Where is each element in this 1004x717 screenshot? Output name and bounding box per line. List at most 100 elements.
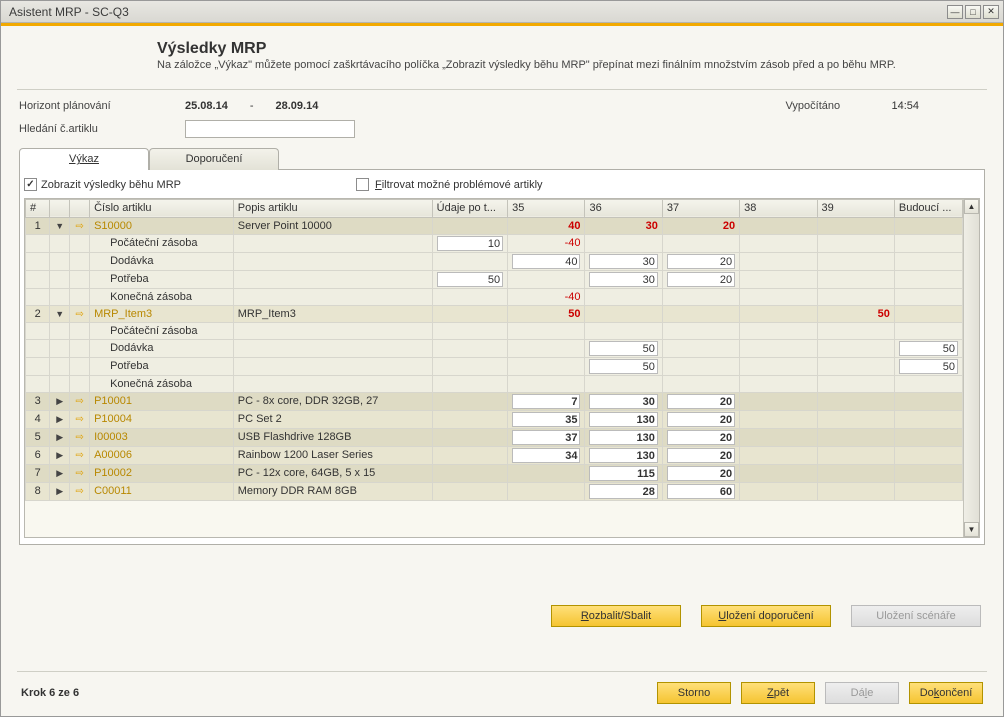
article-link[interactable]: P10001 — [94, 395, 132, 407]
table-row[interactable]: 7 ▶ ⇨ P10002 PC - 12x core, 64GB, 5 x 15… — [26, 464, 963, 482]
expand-icon[interactable]: ▶ — [56, 450, 63, 460]
window-controls: — □ ✕ — [947, 5, 999, 19]
form-area: Horizont plánování 25.08.14 - 28.09.14 V… — [17, 100, 987, 545]
table-row[interactable]: 4 ▶ ⇨ P10004 PC Set 2 35 130 20 — [26, 410, 963, 428]
col-expand[interactable] — [50, 199, 70, 217]
footer: Krok 6 ze 6 Storno ZpětZpět DáleDále Dok… — [17, 671, 987, 708]
table-row[interactable]: 3 ▶ ⇨ P10001 PC - 8x core, DDR 32GB, 27 … — [26, 392, 963, 410]
step-label: Krok 6 ze 6 — [21, 687, 79, 699]
table-row[interactable]: 8 ▶ ⇨ C00011 Memory DDR RAM 8GB 28 60 — [26, 482, 963, 500]
page-description: Na záložce „Výkaz" můžete pomocí zaškrtá… — [157, 58, 917, 73]
col-udaj[interactable]: Údaje po t... — [432, 199, 508, 217]
horizon-label: Horizont plánování — [19, 100, 169, 112]
checkbox-row: Zobrazit výsledky běhu MRP FFiltrovat mo… — [24, 174, 980, 196]
vscrollbar[interactable]: ▲ ▼ — [963, 199, 979, 537]
arrow-icon: ⇨ — [75, 450, 83, 461]
grid-table: # Číslo artiklu Popis artiklu Údaje po t… — [25, 199, 963, 501]
article-link[interactable]: S10000 — [94, 220, 132, 232]
horizon-row: Horizont plánování 25.08.14 - 28.09.14 V… — [19, 100, 985, 112]
filter-problem-checkbox[interactable] — [356, 178, 369, 191]
page-title: Výsledky MRP — [157, 40, 987, 58]
titlebar: Asistent MRP - SC-Q3 — □ ✕ — [1, 1, 1003, 23]
table-row[interactable]: 6 ▶ ⇨ A00006 Rainbow 1200 Laser Series 3… — [26, 446, 963, 464]
table-subrow: Dodávka 50 50 — [26, 339, 963, 357]
window-title: Asistent MRP - SC-Q3 — [5, 5, 129, 19]
footer-buttons: Storno ZpětZpět DáleDále DokončeníDokonč… — [657, 682, 983, 704]
expand-icon[interactable]: ▼ — [55, 309, 64, 319]
arrow-icon: ⇨ — [75, 221, 83, 232]
article-link[interactable]: P10002 — [94, 467, 132, 479]
table-row[interactable]: 2 ▼ ⇨ MRP_Item3 MRP_Item3 50 50 — [26, 305, 963, 322]
article-link[interactable]: A00006 — [94, 449, 132, 461]
filter-problem-label: FFiltrovat možné problémové artiklyiltro… — [375, 179, 543, 191]
expand-icon[interactable]: ▶ — [56, 468, 63, 478]
tab-doporuceni[interactable]: Doporučení — [149, 148, 279, 170]
table-subrow: Konečná zásoba — [26, 375, 963, 392]
col-future[interactable]: Budoucí ... — [894, 199, 962, 217]
scroll-up-icon[interactable]: ▲ — [964, 199, 979, 214]
col-article[interactable]: Číslo artiklu — [90, 199, 234, 217]
expand-icon[interactable]: ▶ — [56, 486, 63, 496]
next-button: DáleDále — [825, 682, 899, 704]
expand-icon[interactable]: ▶ — [56, 396, 63, 406]
expand-icon[interactable]: ▶ — [56, 414, 63, 424]
col-37[interactable]: 37 — [662, 199, 739, 217]
expand-icon[interactable]: ▶ — [56, 432, 63, 442]
table-subrow: Počáteční zásoba 10 -40 — [26, 234, 963, 252]
window: Asistent MRP - SC-Q3 — □ ✕ Výsledky MRP … — [0, 0, 1004, 717]
arrow-icon: ⇨ — [75, 396, 83, 407]
cancel-button[interactable]: Storno — [657, 682, 731, 704]
arrow-icon: ⇨ — [75, 432, 83, 443]
divider — [17, 89, 987, 90]
page-header: Výsledky MRP Na záložce „Výkaz" můžete p… — [17, 36, 987, 83]
show-results-checkbox[interactable] — [24, 178, 37, 191]
save-scenario-button: Uložení scénáře — [851, 605, 981, 627]
action-row: Rozbalit/SbalitRozbalit/Sbalit Uložení d… — [17, 605, 987, 627]
grid-wrap: # Číslo artiklu Popis artiklu Údaje po t… — [24, 198, 980, 538]
col-39[interactable]: 39 — [817, 199, 894, 217]
article-link[interactable]: C00011 — [94, 485, 132, 497]
date-sep: - — [250, 100, 254, 112]
calc-time: 14:54 — [891, 100, 919, 112]
col-35[interactable]: 35 — [508, 199, 585, 217]
table-row[interactable]: 1 ▼ ⇨ S10000 Server Point 10000 40 30 20 — [26, 217, 963, 234]
grid-header-row: # Číslo artiklu Popis artiklu Údaje po t… — [26, 199, 963, 217]
col-36[interactable]: 36 — [585, 199, 662, 217]
scroll-down-icon[interactable]: ▼ — [964, 522, 979, 537]
date-to: 28.09.14 — [276, 100, 319, 112]
grid[interactable]: # Číslo artiklu Popis artiklu Údaje po t… — [25, 199, 963, 537]
col-38[interactable]: 38 — [740, 199, 817, 217]
close-icon[interactable]: ✕ — [983, 5, 999, 19]
table-subrow: Potřeba 50 50 — [26, 357, 963, 375]
table-row[interactable]: 5 ▶ ⇨ I00003 USB Flashdrive 128GB 37 130… — [26, 428, 963, 446]
col-icon[interactable] — [70, 199, 90, 217]
calc-label: Vypočítáno — [785, 100, 875, 112]
arrow-icon: ⇨ — [75, 468, 83, 479]
col-desc[interactable]: Popis artiklu — [233, 199, 432, 217]
table-subrow: Konečná zásoba -40 — [26, 288, 963, 305]
arrow-icon: ⇨ — [75, 414, 83, 425]
content: Výsledky MRP Na záložce „Výkaz" můžete p… — [1, 26, 1003, 716]
minimize-icon[interactable]: — — [947, 5, 963, 19]
tab-panel: Zobrazit výsledky běhu MRP FFiltrovat mo… — [19, 169, 985, 545]
table-subrow: Potřeba 50 30 20 — [26, 270, 963, 288]
date-from: 25.08.14 — [185, 100, 228, 112]
search-row: Hledání č.artiklu — [19, 120, 985, 138]
save-recommendation-button[interactable]: Uložení doporučeníUložení doporučení — [701, 605, 831, 627]
expand-icon[interactable]: ▼ — [55, 221, 64, 231]
expand-collapse-button[interactable]: Rozbalit/SbalitRozbalit/Sbalit — [551, 605, 681, 627]
show-results-label: Zobrazit výsledky běhu MRP — [41, 179, 181, 191]
col-num[interactable]: # — [26, 199, 50, 217]
article-link[interactable]: I00003 — [94, 431, 128, 443]
arrow-icon: ⇨ — [75, 486, 83, 497]
article-link[interactable]: MRP_Item3 — [94, 308, 152, 320]
arrow-icon: ⇨ — [75, 309, 83, 320]
back-button[interactable]: ZpětZpět — [741, 682, 815, 704]
tab-vykaz[interactable]: Výkaz — [19, 148, 149, 170]
finish-button[interactable]: DokončeníDokončení — [909, 682, 983, 704]
search-label: Hledání č.artiklu — [19, 123, 169, 135]
article-link[interactable]: P10004 — [94, 413, 132, 425]
maximize-icon[interactable]: □ — [965, 5, 981, 19]
table-subrow: Počáteční zásoba — [26, 322, 963, 339]
search-input[interactable] — [185, 120, 355, 138]
